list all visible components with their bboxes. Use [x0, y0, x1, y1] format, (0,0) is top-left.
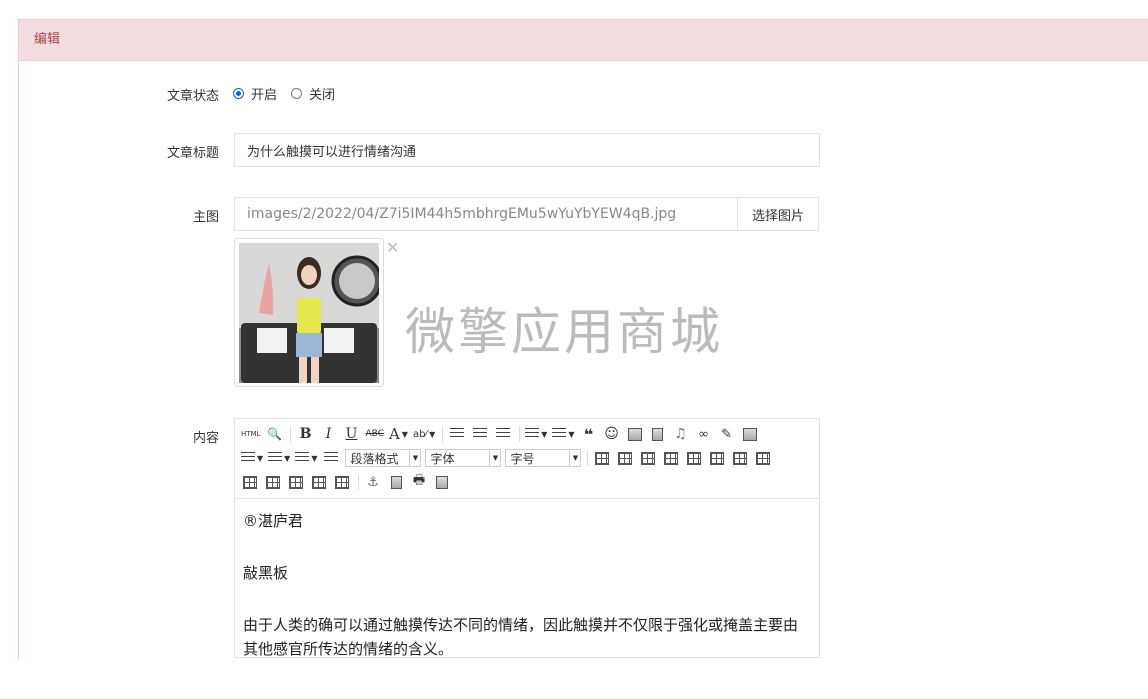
remove-image-icon[interactable]: ✕ [386, 238, 399, 257]
status-option-open[interactable]: 开启 [251, 84, 277, 103]
bold-icon[interactable]: B [296, 425, 314, 443]
paragraph-spacing-icon[interactable]: ▼ [268, 449, 290, 467]
watermark-text: 微擎应用商城 [405, 303, 723, 361]
content-paragraph: 敲黑板 [243, 564, 289, 582]
chevron-down-icon: ▼ [569, 450, 580, 466]
paragraph-format-select[interactable]: 段落格式 ▼ [345, 449, 422, 467]
title-input[interactable]: 为什么触摸可以进行情绪沟通 [234, 133, 820, 167]
content-label: 内容 [192, 431, 219, 446]
template-icon[interactable] [433, 473, 451, 491]
font-size-select[interactable]: 字号 ▼ [505, 449, 582, 467]
align-center-icon[interactable] [471, 425, 489, 443]
editor-toolbar: HTML 🔍 B I U ABC A▼ ab⁄▼ ▼ ▼ ❝ ☺ ♫ ∞ ✎ [235, 419, 819, 499]
panel-title: 编辑 [19, 20, 1148, 61]
merge-cells-icon[interactable] [754, 449, 772, 467]
delete-table-icon[interactable] [616, 449, 634, 467]
status-radio-open[interactable] [233, 88, 244, 99]
font-family-select[interactable]: 字体 ▼ [425, 449, 502, 467]
insert-table-icon[interactable] [593, 449, 611, 467]
font-size-value: 字号 [510, 451, 535, 466]
split-columns-icon[interactable] [333, 473, 351, 491]
row-spacing-icon[interactable]: ▼ [295, 449, 317, 467]
image-path-input[interactable]: images/2/2022/04/Z7i5IM44h5mbhrgEMu5wYuY… [234, 197, 738, 231]
fullscreen-icon[interactable] [741, 425, 759, 443]
status-radio-group: 开启 关闭 [233, 84, 349, 103]
insert-row-icon[interactable] [662, 449, 680, 467]
choose-image-button[interactable]: 选择图片 [737, 197, 819, 231]
split-cells-icon[interactable] [287, 473, 305, 491]
underline-icon[interactable]: U [342, 425, 360, 443]
video-icon[interactable] [649, 425, 667, 443]
font-color-icon[interactable]: A ▼ [389, 425, 408, 443]
content-paragraph: 由于人类的确可以通过触摸传达不同的情绪，因此触摸并不仅限于强化或掩盖主要由其他感… [243, 616, 799, 658]
title-label: 文章标题 [166, 146, 219, 161]
eraser-icon[interactable]: ✎ [718, 425, 736, 443]
emoji-icon[interactable]: ☺ [603, 425, 621, 443]
chevron-down-icon: ▼ [489, 450, 500, 466]
split-rows-icon[interactable] [310, 473, 328, 491]
thumbnail-photo [239, 243, 379, 383]
ordered-list-icon[interactable]: ▼ [525, 425, 547, 443]
line-height-icon[interactable]: ▼ [241, 449, 263, 467]
image-label: 主图 [192, 210, 219, 225]
align-left-icon[interactable] [448, 425, 466, 443]
content-paragraph: ®湛庐君 [243, 512, 304, 530]
page-break-icon[interactable] [387, 473, 405, 491]
insert-paragraph-before-table-icon[interactable] [639, 449, 657, 467]
image-icon[interactable] [626, 425, 644, 443]
status-option-closed[interactable]: 关闭 [309, 84, 335, 103]
strikethrough-icon[interactable]: ABC [365, 425, 383, 443]
rich-text-editor[interactable]: HTML 🔍 B I U ABC A▼ ab⁄▼ ▼ ▼ ❝ ☺ ♫ ∞ ✎ [234, 418, 820, 658]
italic-icon[interactable]: I [319, 425, 337, 443]
print-icon[interactable]: 🖶 [410, 473, 428, 491]
editor-content[interactable]: ®湛庐君 敲黑板 由于人类的确可以通过触摸传达不同的情绪，因此触摸并不仅限于强化… [235, 499, 819, 699]
preview-icon[interactable]: 🔍 [265, 425, 283, 443]
chevron-down-icon: ▼ [409, 450, 420, 466]
html-source-icon[interactable]: HTML [241, 425, 260, 443]
merge-down-icon[interactable] [264, 473, 282, 491]
status-radio-closed[interactable] [291, 88, 303, 99]
anchor-icon[interactable]: ⚓ [364, 473, 382, 491]
unordered-list-icon[interactable]: ▼ [552, 425, 575, 443]
paragraph-format-value: 段落格式 [350, 451, 399, 466]
music-icon[interactable]: ♫ [672, 425, 690, 443]
indent-icon[interactable] [322, 449, 340, 467]
blockquote-icon[interactable]: ❝ [580, 425, 598, 444]
delete-row-icon[interactable] [685, 449, 703, 467]
image-thumbnail [234, 238, 384, 387]
link-icon[interactable]: ∞ [695, 425, 713, 443]
font-family-value: 字体 [430, 451, 455, 466]
align-right-icon[interactable] [494, 425, 512, 443]
merge-right-icon[interactable] [241, 473, 259, 491]
status-label: 文章状态 [166, 89, 219, 104]
delete-column-icon[interactable] [731, 449, 749, 467]
insert-column-icon[interactable] [708, 449, 726, 467]
highlight-icon[interactable]: ab⁄ ▼ [413, 425, 435, 443]
